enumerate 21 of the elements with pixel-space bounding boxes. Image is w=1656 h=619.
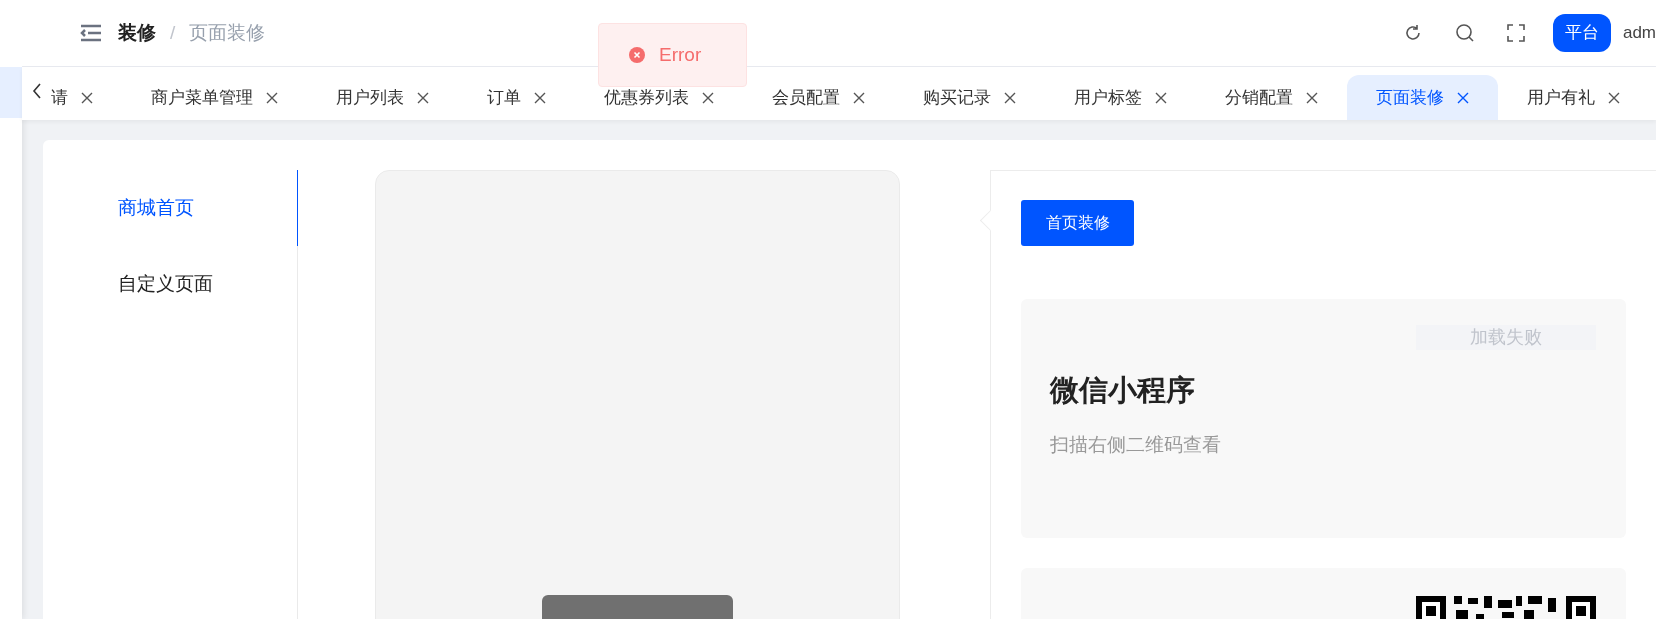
tab[interactable]: 商户菜单管理 [122,75,307,120]
breadcrumb-separator: / [170,20,176,45]
toast-message: Error [659,42,702,67]
user-name[interactable]: adm [1622,20,1656,46]
tab[interactable]: 订单 [458,75,575,120]
home-decorate-button[interactable]: 首页装修 [1021,200,1134,246]
tab[interactable]: 分销配置 [1196,75,1347,120]
tab[interactable]: 用户有礼 [1498,75,1649,120]
breadcrumb-item[interactable]: 装修 [118,18,156,48]
platform-button[interactable]: 平台 [1552,14,1611,52]
side-menu-item[interactable]: 自定义页面 [43,246,298,322]
card-subtitle: 扫描右侧二维码查看 [1050,432,1222,457]
tab[interactable]: 用户标签 [1045,75,1196,120]
card-title: 微信小程序 [1050,373,1196,408]
tab[interactable]: 优惠券列表 [575,75,743,120]
tab[interactable]: 请 [51,75,122,120]
tab[interactable]: 购买记录 [894,75,1045,120]
side-menu-item[interactable]: 商城首页 [43,170,298,246]
tab[interactable]: 页面装修 [1347,75,1498,120]
tab[interactable]: 用户列表 [307,75,458,120]
tab[interactable]: 会员配置 [743,75,894,120]
